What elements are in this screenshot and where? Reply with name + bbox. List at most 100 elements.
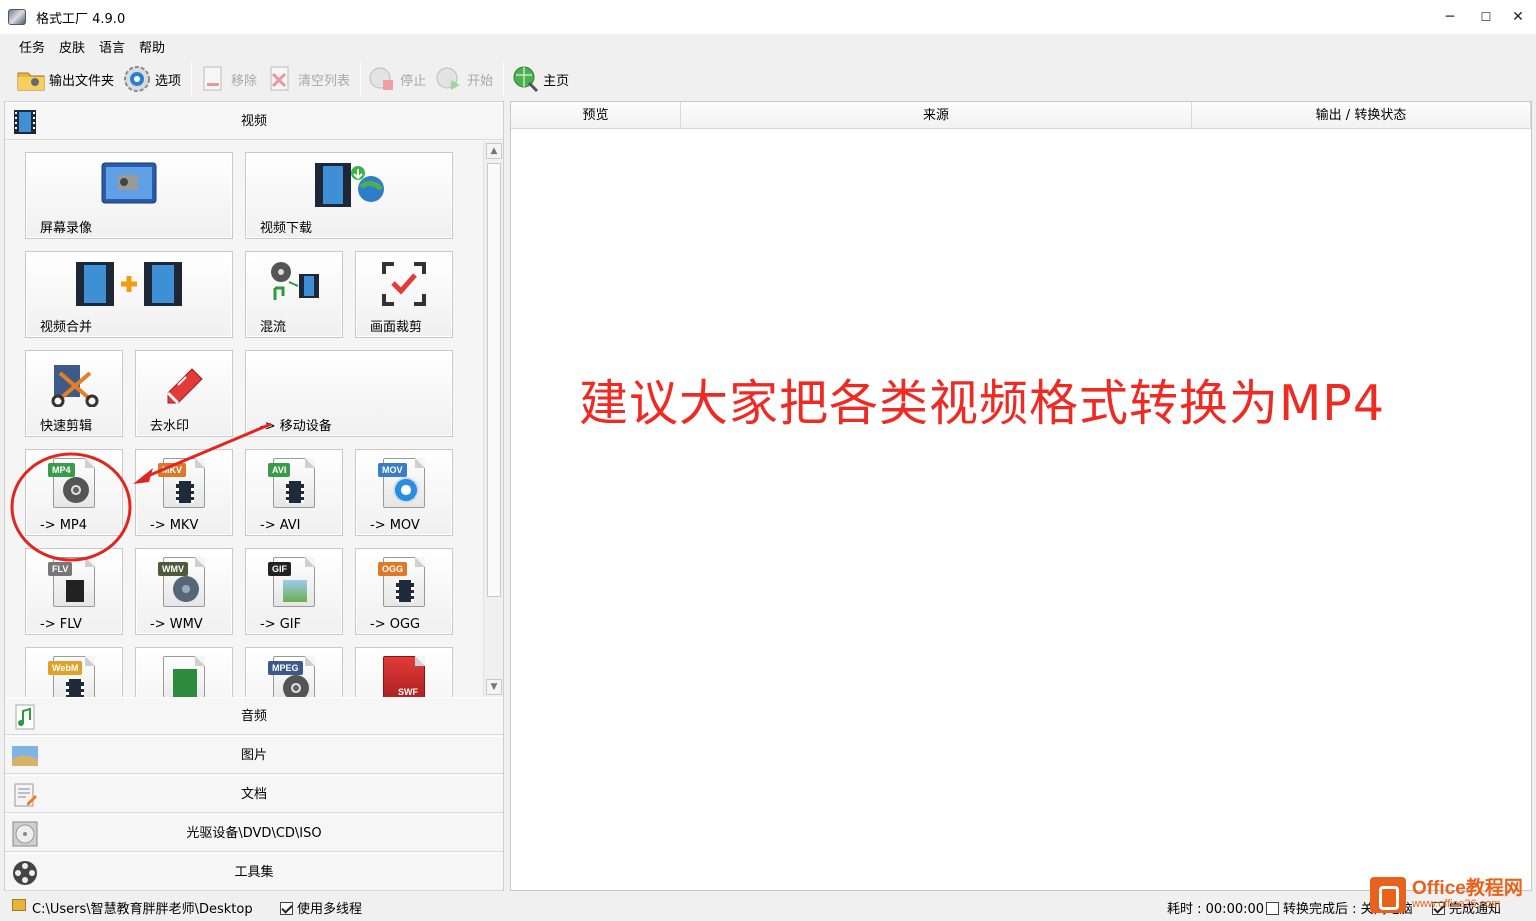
- tile-remove-watermark-label: 去水印: [150, 419, 190, 434]
- tile-remove-watermark[interactable]: 去水印: [135, 350, 233, 437]
- tile-mux-label: 混流: [260, 320, 287, 335]
- tile-to-flv[interactable]: FLV -> FLV: [25, 548, 123, 635]
- start-button[interactable]: 开始: [432, 61, 499, 97]
- tile-mobile-device[interactable]: -> 移动设备: [245, 350, 453, 437]
- tile-to-wmv[interactable]: WMV -> WMV: [135, 548, 233, 635]
- category-audio[interactable]: 音频: [5, 697, 503, 735]
- tile-mobile-device-label: -> 移动设备: [260, 419, 332, 434]
- category-video-label: 视频: [240, 114, 267, 129]
- tile-to-ogg[interactable]: OGG -> OGG: [355, 548, 453, 635]
- tile-scrollbar[interactable]: ▲ ▼: [483, 141, 503, 697]
- tile-to-gif-label: -> GIF: [260, 617, 302, 632]
- window-title: 格式工厂 4.9.0: [36, 11, 126, 27]
- annotation-text: 建议大家把各类视频格式转换为MP4: [579, 375, 1386, 432]
- category-image[interactable]: 图片: [5, 736, 503, 774]
- gif-file-icon: GIF: [268, 557, 315, 607]
- menu-task[interactable]: 任务: [12, 37, 52, 56]
- format-factory-app-icon: [8, 9, 26, 25]
- video-download-icon: [311, 161, 387, 213]
- scroll-up-arrow-icon[interactable]: ▲: [486, 143, 502, 159]
- menu-help[interactable]: 帮助: [132, 37, 172, 56]
- mkv-file-icon: MKV: [158, 458, 205, 508]
- eraser-icon: [160, 359, 208, 411]
- webm-tag: WebM: [48, 661, 83, 675]
- tile-video-merge[interactable]: 视频合并: [25, 251, 233, 338]
- column-output-status[interactable]: 输出 / 转换状态: [1192, 102, 1531, 129]
- ogg-file-icon: OGG: [378, 557, 425, 607]
- tile-to-mkv[interactable]: MKV -> MKV: [135, 449, 233, 536]
- stop-button[interactable]: 停止: [365, 61, 432, 97]
- remove-button[interactable]: 移除: [196, 61, 263, 97]
- column-source[interactable]: 来源: [681, 102, 1192, 129]
- tile-video-download-label: 视频下载: [260, 221, 313, 236]
- start-label: 开始: [467, 73, 494, 89]
- tile-to-wmv-label: -> WMV: [150, 617, 203, 632]
- tile-to-ogg-label: -> OGG: [370, 617, 421, 632]
- category-audio-label: 音频: [240, 709, 267, 724]
- toolbar-separator: [191, 62, 193, 96]
- output-path[interactable]: C:\Users\智慧教育胖胖老师\Desktop: [32, 898, 253, 917]
- tile-to-mp4[interactable]: MP4 -> MP4: [25, 449, 123, 536]
- output-folder-button[interactable]: 输出文件夹: [14, 61, 120, 97]
- category-disc-label: 光驱设备\DVD\CD\ISO: [186, 826, 322, 841]
- tile-to-avi[interactable]: AVI -> AVI: [245, 449, 343, 536]
- category-tools[interactable]: 工具集: [5, 853, 503, 891]
- maximize-button[interactable]: ☐: [1468, 0, 1504, 34]
- tile-to-avi-label: -> AVI: [260, 518, 301, 533]
- category-disc[interactable]: 光驱设备\DVD\CD\ISO: [5, 814, 503, 852]
- tile-quick-clip-label: 快速剪辑: [40, 419, 93, 434]
- mobile-video-file-icon: [163, 656, 205, 697]
- tile-to-mpeg[interactable]: MPEG: [245, 647, 343, 697]
- clear-list-icon: [265, 64, 295, 94]
- office-logo-icon: [1370, 876, 1406, 913]
- mpeg-file-icon: MPEG: [268, 656, 315, 697]
- menu-bar: 任务 皮肤 语言 帮助: [0, 34, 1536, 58]
- tile-video-download[interactable]: 视频下载: [245, 152, 453, 239]
- stop-label: 停止: [400, 73, 427, 89]
- home-globe-icon: [510, 64, 540, 94]
- tile-to-mp4-label: -> MP4: [40, 518, 88, 533]
- task-list[interactable]: 预览 来源 输出 / 转换状态 建议大家把各类视频格式转换为MP4: [510, 101, 1532, 891]
- tile-to-webm[interactable]: WebM: [25, 647, 123, 697]
- column-preview[interactable]: 预览: [511, 102, 681, 129]
- mux-icon: [267, 260, 321, 312]
- options-button[interactable]: 选项: [120, 61, 187, 97]
- multithread-checkbox[interactable]: 使用多线程: [280, 898, 362, 917]
- scroll-thumb[interactable]: [487, 163, 501, 597]
- office-watermark: Office教程网 www.office26.com: [1370, 868, 1536, 921]
- gear-icon: [122, 64, 152, 94]
- menu-skin[interactable]: 皮肤: [52, 37, 92, 56]
- tile-to-mov-label: -> MOV: [370, 518, 420, 533]
- swf-tag: SWF: [398, 687, 418, 697]
- tile-crop-label: 画面裁剪: [370, 320, 423, 335]
- elapsed-time: 耗时 : 00:00:00: [1167, 902, 1265, 917]
- scroll-down-arrow-icon[interactable]: ▼: [486, 679, 502, 695]
- clear-list-button[interactable]: 清空列表: [263, 61, 356, 97]
- menu-language[interactable]: 语言: [92, 37, 132, 56]
- tile-to-swf[interactable]: SWF: [355, 647, 453, 697]
- gif-tag: GIF: [268, 562, 291, 576]
- category-document[interactable]: 文档: [5, 775, 503, 813]
- tile-mux[interactable]: 混流: [245, 251, 343, 338]
- tile-crop[interactable]: 画面裁剪: [355, 251, 453, 338]
- category-video[interactable]: 视频: [5, 102, 503, 140]
- tile-screen-record[interactable]: 屏幕录像: [25, 152, 233, 239]
- wmv-tag: WMV: [158, 562, 188, 576]
- close-button[interactable]: ✕: [1500, 0, 1536, 34]
- minimize-button[interactable]: ─: [1432, 0, 1468, 34]
- crop-icon: [380, 260, 428, 312]
- tile-to-gif[interactable]: GIF -> GIF: [245, 548, 343, 635]
- checkbox-checked-icon: [280, 902, 293, 915]
- mpeg-tag: MPEG: [268, 661, 303, 675]
- watermark-title: Office教程网: [1412, 877, 1523, 899]
- avi-file-icon: AVI: [268, 458, 315, 508]
- remove-label: 移除: [231, 73, 258, 89]
- tile-quick-clip[interactable]: 快速剪辑: [25, 350, 123, 437]
- tile-to-mov[interactable]: MOV -> MOV: [355, 449, 453, 536]
- category-image-label: 图片: [240, 748, 267, 763]
- tile-to-3gp[interactable]: [135, 647, 233, 697]
- tile-video-merge-label: 视频合并: [40, 320, 93, 335]
- mov-tag: MOV: [378, 463, 407, 477]
- home-button[interactable]: 主页: [508, 61, 575, 97]
- options-label: 选项: [155, 73, 182, 89]
